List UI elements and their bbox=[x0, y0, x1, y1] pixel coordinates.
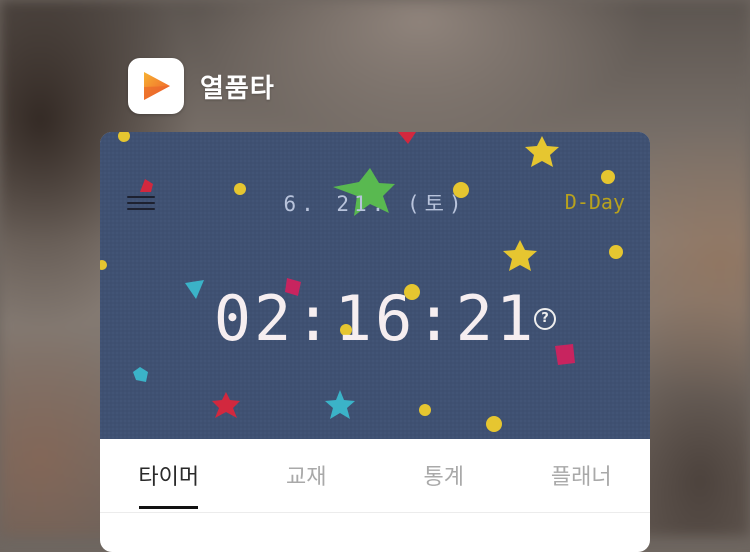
app-name: 열품타 bbox=[200, 73, 275, 104]
app-preview-card[interactable]: 6. 21. (토) D-Day 02:16:21 ? 타이머 교재 통계 플래… bbox=[100, 132, 650, 552]
tab-textbook[interactable]: 교재 bbox=[238, 439, 376, 511]
tab-divider bbox=[100, 512, 650, 513]
tab-timer[interactable]: 타이머 bbox=[100, 439, 238, 511]
tab-planner[interactable]: 플래너 bbox=[513, 439, 651, 511]
play-logo-icon bbox=[144, 72, 170, 100]
bottom-tabs: 타이머 교재 통계 플래너 bbox=[100, 439, 650, 511]
app-switcher-header: 열품타 bbox=[128, 58, 275, 114]
study-timer: 02:16:21 bbox=[213, 282, 537, 355]
active-tab-indicator bbox=[139, 506, 198, 509]
app-icon[interactable] bbox=[128, 58, 184, 114]
tab-stats[interactable]: 통계 bbox=[375, 439, 513, 511]
timer-hero: 6. 21. (토) D-Day 02:16:21 ? bbox=[100, 132, 650, 439]
dday-button[interactable]: D-Day bbox=[565, 190, 625, 214]
question-circle-icon[interactable]: ? bbox=[534, 308, 556, 330]
